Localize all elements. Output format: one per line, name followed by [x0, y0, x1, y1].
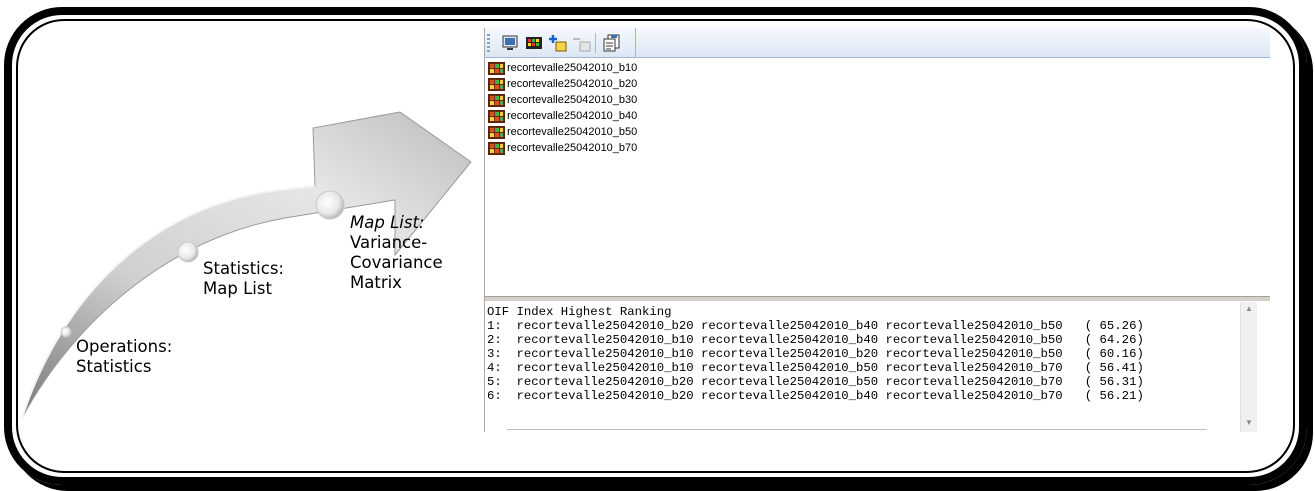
list-item[interactable]: recortevalle25042010_b30: [488, 92, 1188, 108]
step-dot-1: [60, 326, 72, 338]
list-item[interactable]: recortevalle25042010_b50: [488, 124, 1188, 140]
output-row: 5: recortevalle25042010_b20 recortevalle…: [487, 375, 1144, 389]
raster-map-icon: [488, 125, 505, 139]
toolbar-grip[interactable]: [487, 34, 490, 52]
step-line: Variance-: [350, 233, 428, 252]
map-name: recortevalle25042010_b30: [507, 94, 638, 106]
output-scrollbar[interactable]: ▲ ▼: [1240, 302, 1257, 432]
raster-map-icon: [488, 141, 505, 155]
step-subtitle: Map List: [203, 279, 272, 298]
step-label-maplist: Map List: Variance- Covariance Matrix: [350, 213, 443, 293]
toolbar-separator: [595, 33, 596, 53]
output-row: 1: recortevalle25042010_b20 recortevalle…: [487, 319, 1144, 333]
scroll-up-icon[interactable]: ▲: [1245, 304, 1253, 313]
map-name: recortevalle25042010_b70: [507, 142, 638, 154]
step-dot-2: [177, 241, 199, 263]
map-name: recortevalle25042010_b20: [507, 78, 638, 90]
list-item[interactable]: recortevalle25042010_b10: [488, 60, 1188, 76]
output-text: OIF Index Highest Ranking 1: recortevall…: [487, 305, 1144, 403]
step-title: Map List:: [350, 213, 425, 232]
step-label-statistics: Statistics: Map List: [203, 259, 284, 299]
raster-map-icon: [488, 61, 505, 75]
step-line: Matrix: [350, 273, 402, 292]
step-title: Statistics:: [203, 259, 284, 278]
list-item[interactable]: recortevalle25042010_b20: [488, 76, 1188, 92]
raster-map-icon: [488, 93, 505, 107]
map-list: recortevalle25042010_b10 recortevalle250…: [488, 60, 1188, 156]
toolbar-end: [635, 28, 636, 58]
maplist-window: recortevalle25042010_b10 recortevalle250…: [484, 28, 1270, 432]
properties-icon[interactable]: [603, 34, 621, 52]
list-item[interactable]: recortevalle25042010_b70: [488, 140, 1188, 156]
toolbar: [485, 28, 1270, 58]
list-item[interactable]: recortevalle25042010_b40: [488, 108, 1188, 124]
display-icon[interactable]: [501, 34, 519, 52]
output-header: OIF Index Highest Ranking: [487, 305, 672, 319]
step-title: Operations:: [76, 337, 173, 356]
map-name: recortevalle25042010_b40: [507, 110, 638, 122]
step-line: Covariance: [350, 253, 443, 272]
output-row: 2: recortevalle25042010_b10 recortevalle…: [487, 333, 1144, 347]
step-dot-3: [315, 190, 345, 220]
horizontal-scroll-track: [507, 429, 1207, 430]
map-name: recortevalle25042010_b50: [507, 126, 638, 138]
output-row: 3: recortevalle25042010_b10 recortevalle…: [487, 347, 1144, 361]
map-name: recortevalle25042010_b10: [507, 62, 638, 74]
remove-map-icon[interactable]: [573, 34, 591, 52]
scroll-down-icon[interactable]: ▼: [1245, 418, 1253, 427]
add-map-icon[interactable]: [549, 34, 567, 52]
map-colors-icon[interactable]: [525, 34, 543, 52]
raster-map-icon: [488, 109, 505, 123]
output-row: 6: recortevalle25042010_b20 recortevalle…: [487, 389, 1144, 403]
raster-map-icon: [488, 77, 505, 91]
step-label-operations: Operations: Statistics: [76, 337, 172, 377]
output-row: 4: recortevalle25042010_b10 recortevalle…: [487, 361, 1144, 375]
step-subtitle: Statistics: [76, 357, 152, 376]
output-pane[interactable]: OIF Index Highest Ranking 1: recortevall…: [485, 302, 1270, 432]
